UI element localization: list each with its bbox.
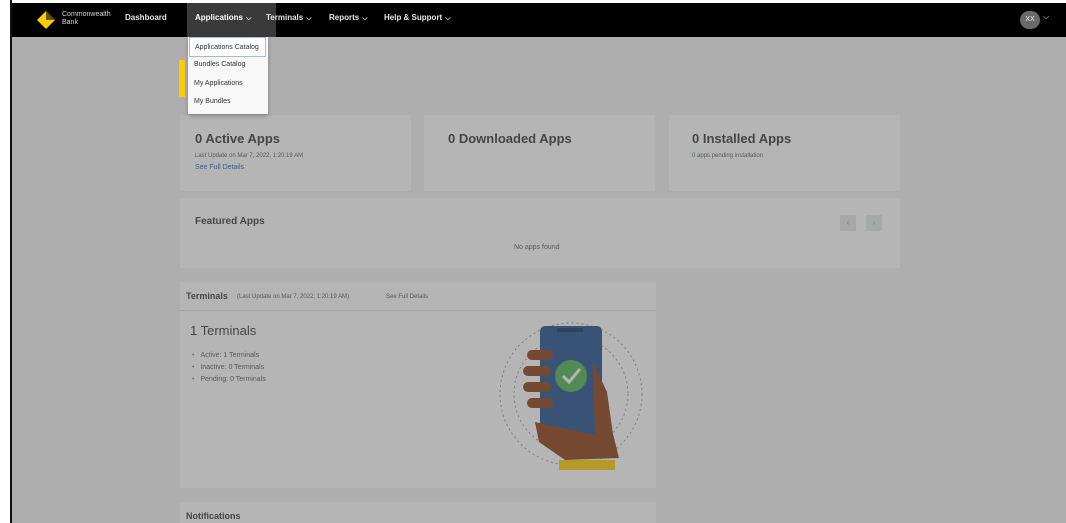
menu-item-applications-catalog[interactable]: Applications Catalog: [189, 37, 266, 57]
page-dim-overlay[interactable]: [12, 37, 1066, 523]
nav-dashboard[interactable]: Dashboard: [125, 13, 167, 22]
chevron-down-icon: ⌵: [445, 15, 451, 22]
nav-reports[interactable]: Reports ⌵: [329, 13, 368, 23]
chevron-down-icon[interactable]: ⌵: [1043, 12, 1049, 22]
nav-terminals[interactable]: Terminals ⌵: [266, 13, 312, 23]
menu-item-applications-catalog-label: Applications Catalog: [195, 44, 259, 51]
nav-reports-text: Reports: [329, 13, 360, 22]
nav-applications[interactable]: Applications ⌵: [187, 3, 276, 37]
nav-help-text: Help & Support: [384, 13, 443, 22]
nav-applications-label: Applications ⌵: [195, 13, 251, 23]
chevron-down-icon: ⌵: [246, 15, 252, 22]
chevron-down-icon: ⌵: [306, 15, 312, 22]
app-window: Commonwealth Bank Dashboard Applications…: [0, 0, 1066, 523]
menu-item-my-bundles[interactable]: My Bundles: [194, 98, 231, 105]
brand-name-line1: Commonwealth: [62, 11, 111, 18]
brand-name-line2: Bank: [62, 19, 78, 26]
accent-bar: [179, 60, 185, 97]
menu-item-bundles-catalog[interactable]: Bundles Catalog: [194, 61, 245, 68]
nav-help[interactable]: Help & Support ⌵: [384, 13, 451, 23]
brand-name: Commonwealth Bank: [62, 11, 111, 27]
menu-item-my-applications[interactable]: My Applications: [194, 80, 243, 87]
chevron-down-icon: ⌵: [362, 15, 368, 22]
user-avatar[interactable]: XX: [1020, 11, 1040, 29]
brand-logo[interactable]: [36, 10, 56, 30]
top-navbar: Commonwealth Bank Dashboard Applications…: [12, 3, 1066, 37]
nav-terminals-text: Terminals: [266, 13, 304, 22]
nav-applications-text: Applications: [195, 13, 244, 22]
